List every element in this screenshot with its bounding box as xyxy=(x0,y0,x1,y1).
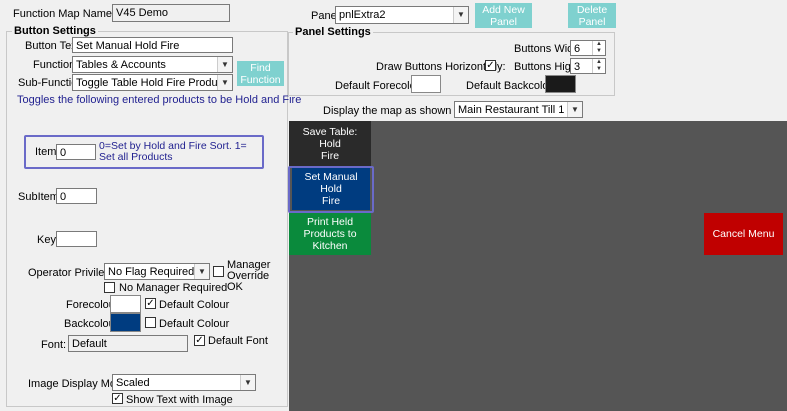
panel-settings-title: Panel Settings xyxy=(293,26,373,38)
key-input[interactable] xyxy=(56,231,97,247)
item-label: Item xyxy=(35,146,57,158)
backcolour-default-checkbox[interactable] xyxy=(145,317,156,328)
backcolour-default-label: Default Colour xyxy=(159,318,230,330)
font-field[interactable]: Default xyxy=(68,335,188,352)
chevron-down-icon: ▼ xyxy=(240,375,255,390)
backcolour-swatch[interactable] xyxy=(110,313,141,332)
chevron-down-icon: ▼ xyxy=(453,7,468,23)
default-font-label: Default Font xyxy=(208,335,268,347)
show-text-with-image-label: Show Text with Image xyxy=(126,394,233,406)
chevron-down-icon: ▼ xyxy=(217,57,232,72)
sub-function-description: Toggles the following entered products t… xyxy=(17,94,302,106)
buttons-high-value: 3 xyxy=(574,61,581,73)
default-font-checkbox[interactable]: ✓ xyxy=(194,335,205,346)
panel-select-value: pnlExtra2 xyxy=(339,9,386,21)
item-input[interactable]: 0 xyxy=(56,144,96,160)
map-button-cancel-menu[interactable]: Cancel Menu xyxy=(704,213,783,255)
key-label: Key xyxy=(37,234,56,246)
no-manager-required-label: No Manager Required xyxy=(119,282,228,294)
no-manager-required-checkbox[interactable] xyxy=(104,282,115,293)
find-function-button[interactable]: Find Function xyxy=(237,61,284,86)
operator-privilege-value: No Flag Required xyxy=(108,266,195,278)
function-map-name-field[interactable]: V45 Demo xyxy=(112,4,230,22)
font-label: Font: xyxy=(41,339,67,351)
panel-select[interactable]: pnlExtra2 ▼ xyxy=(335,6,469,24)
chevron-down-icon: ▼ xyxy=(194,264,209,279)
manager-override-checkbox[interactable] xyxy=(213,266,224,277)
forecolour-default-label: Default Colour xyxy=(159,299,230,311)
map-button-save-table-hold-fire[interactable]: Save Table: Hold Fire xyxy=(289,121,371,166)
draw-horizontally-checkbox[interactable]: ✓ xyxy=(485,60,496,71)
sub-function-select[interactable]: Toggle Table Hold Fire Products ▼ xyxy=(72,74,233,91)
function-map-name-label: Function Map Name: xyxy=(13,8,116,20)
chevron-down-icon: ▼ xyxy=(217,75,232,90)
image-display-mode-select[interactable]: Scaled ▼ xyxy=(112,374,256,391)
forecolour-swatch[interactable] xyxy=(110,295,141,313)
button-text-input[interactable]: Set Manual Hold Fire xyxy=(72,37,233,53)
operator-privilege-select[interactable]: No Flag Required ▼ xyxy=(104,263,210,280)
buttons-wide-spinner[interactable]: 6 ▲ ▼ xyxy=(570,40,606,56)
default-forecolour-swatch[interactable] xyxy=(411,75,441,93)
buttons-wide-value: 6 xyxy=(574,43,581,55)
function-select[interactable]: Tables & Accounts ▼ xyxy=(72,56,233,73)
button-settings-title: Button Settings xyxy=(12,25,98,37)
spinner-arrows-icon[interactable]: ▲ ▼ xyxy=(592,41,605,55)
sub-function-select-value: Toggle Table Hold Fire Products xyxy=(76,77,232,89)
forecolour-default-checkbox[interactable]: ✓ xyxy=(145,298,156,309)
add-new-panel-button[interactable]: Add New Panel xyxy=(475,3,532,28)
item-hint: 0=Set by Hold and Fire Sort. 1= Set all … xyxy=(99,140,247,163)
map-display-value: Main Restaurant Till 1 xyxy=(458,104,565,116)
subitem-label: SubItem xyxy=(18,191,59,203)
delete-panel-button[interactable]: Delete Panel xyxy=(568,3,616,28)
spinner-arrows-icon[interactable]: ▲ ▼ xyxy=(592,59,605,73)
selected-button-highlight xyxy=(288,166,374,213)
function-select-value: Tables & Accounts xyxy=(76,59,166,71)
image-display-mode-value: Scaled xyxy=(116,377,150,389)
show-text-with-image-checkbox[interactable]: ✓ xyxy=(112,393,123,404)
manager-override-label: Manager Override OK xyxy=(227,259,271,293)
map-display-select[interactable]: Main Restaurant Till 1 ▼ xyxy=(454,101,583,118)
subitem-input[interactable]: 0 xyxy=(56,188,97,204)
buttons-high-spinner[interactable]: 3 ▲ ▼ xyxy=(570,58,606,74)
default-backcolour-swatch[interactable] xyxy=(545,75,576,93)
function-label: Function xyxy=(33,59,76,71)
map-button-print-held-products[interactable]: Print Held Products to Kitchen xyxy=(289,213,371,255)
chevron-down-icon: ▼ xyxy=(567,102,582,117)
